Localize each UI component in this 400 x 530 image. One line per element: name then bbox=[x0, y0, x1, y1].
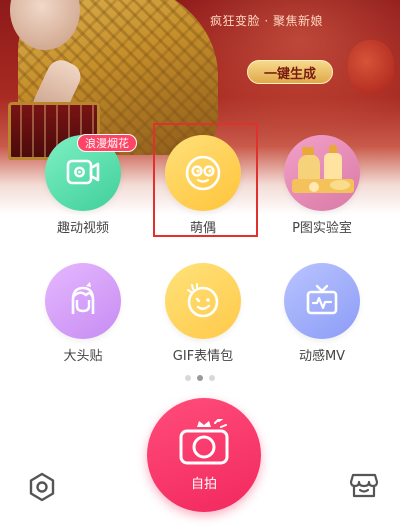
page-dot bbox=[209, 375, 215, 381]
hexagon-settings-icon bbox=[29, 472, 55, 502]
dynamic-mv-label: 动感MV bbox=[298, 349, 346, 364]
selfie-label: 自拍 bbox=[190, 476, 217, 492]
feature-photo-sticker[interactable]: 大头贴 bbox=[23, 263, 143, 373]
photo-sticker-label: 大头贴 bbox=[63, 349, 103, 364]
feature-gif-stickers[interactable]: GIF表情包 bbox=[143, 263, 263, 373]
photo-lab-circle bbox=[284, 135, 360, 211]
gif-stickers-label: GIF表情包 bbox=[172, 349, 234, 364]
generate-button[interactable]: 一键生成 bbox=[247, 60, 333, 84]
gif-smiley-icon bbox=[187, 283, 219, 318]
photo-lab-label: P图实验室 bbox=[292, 221, 352, 236]
fireworks-badge: 浪漫烟花 bbox=[77, 134, 137, 152]
page-dot bbox=[185, 375, 191, 381]
camera-crown-icon bbox=[179, 418, 229, 464]
banner-subtitle: 疯狂变脸 · 聚焦新娘 bbox=[210, 14, 323, 28]
settings-button[interactable] bbox=[25, 470, 59, 504]
store-button[interactable] bbox=[347, 468, 381, 502]
video-camera-icon bbox=[66, 159, 100, 185]
bighead-portrait-icon bbox=[71, 282, 95, 314]
fun-video-label: 趣动视频 bbox=[56, 221, 109, 236]
page-dot-active bbox=[197, 375, 203, 381]
feature-photo-lab[interactable]: P图实验室 bbox=[262, 135, 382, 245]
gif-stickers-circle bbox=[165, 263, 241, 339]
lab-jars-icon bbox=[292, 145, 354, 193]
lantern-image bbox=[348, 40, 394, 94]
selfie-button[interactable]: 自拍 bbox=[147, 398, 261, 512]
feature-dynamic-mv[interactable]: 动感MV bbox=[262, 263, 382, 373]
store-icon bbox=[349, 473, 379, 498]
tv-pulse-icon bbox=[306, 284, 338, 315]
selection-highlight bbox=[153, 123, 258, 237]
page-indicator bbox=[185, 375, 225, 383]
photo-sticker-circle bbox=[45, 263, 121, 339]
dynamic-mv-circle bbox=[284, 263, 360, 339]
